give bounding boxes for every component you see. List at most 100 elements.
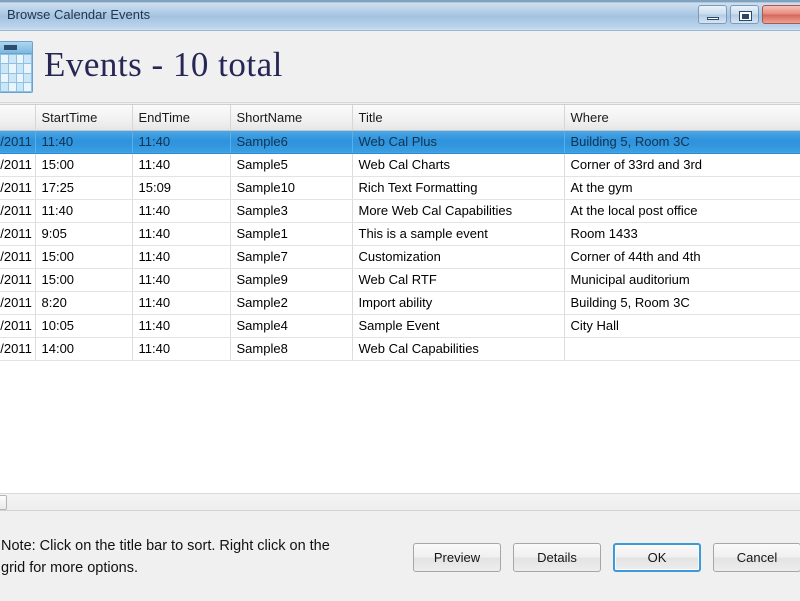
calendar-icon-cell [1, 73, 8, 82]
cell-where[interactable]: City Hall [564, 314, 800, 338]
cell-shortname[interactable]: Sample10 [230, 176, 353, 200]
table-body: 1/201111:4011:40Sample6Web Cal PlusBuild… [0, 130, 800, 361]
cell-date[interactable]: 2/2011 [0, 337, 36, 361]
cell-starttime[interactable]: 11:40 [35, 130, 133, 154]
cell-endtime[interactable]: 11:40 [132, 291, 231, 315]
cell-title[interactable]: Web Cal Plus [352, 130, 565, 154]
close-button[interactable] [762, 5, 800, 24]
cell-where[interactable]: Building 5, Room 3C [564, 130, 800, 154]
cell-shortname[interactable]: Sample9 [230, 268, 353, 292]
column-header-date[interactable] [0, 105, 36, 131]
calendar-icon-cell [16, 82, 24, 91]
cell-where[interactable]: Corner of 33rd and 3rd [564, 153, 800, 177]
calendar-icon-cell [1, 82, 8, 91]
scrollbar-thumb[interactable] [0, 495, 7, 510]
column-header-endtime[interactable]: EndTime [132, 105, 231, 131]
cell-date[interactable]: 1/2011 [0, 153, 36, 177]
cell-endtime[interactable]: 11:40 [132, 130, 231, 154]
calendar-icon [0, 41, 33, 93]
cell-shortname[interactable]: Sample6 [230, 130, 353, 154]
cell-where[interactable]: Building 5, Room 3C [564, 291, 800, 315]
table-row[interactable]: 1/201115:0011:40Sample5Web Cal ChartsCor… [0, 153, 800, 177]
column-header-starttime[interactable]: StartTime [35, 105, 133, 131]
cell-date[interactable]: 2/2011 [0, 291, 36, 315]
table-row[interactable]: 2/201114:0011:40Sample8Web Cal Capabilit… [0, 337, 800, 361]
cell-title[interactable]: Web Cal Charts [352, 153, 565, 177]
cell-date[interactable]: 2/2011 [0, 268, 36, 292]
cell-endtime[interactable]: 15:09 [132, 176, 231, 200]
cell-title[interactable]: More Web Cal Capabilities [352, 199, 565, 223]
calendar-icon-cell [8, 73, 16, 82]
cell-title[interactable]: Sample Event [352, 314, 565, 338]
cell-endtime[interactable]: 11:40 [132, 199, 231, 223]
table-row[interactable]: 1/201117:2515:09Sample10Rich Text Format… [0, 176, 800, 200]
cell-shortname[interactable]: Sample2 [230, 291, 353, 315]
cell-endtime[interactable]: 11:40 [132, 337, 231, 361]
preview-button[interactable]: Preview [413, 543, 501, 572]
cell-where[interactable]: At the gym [564, 176, 800, 200]
column-header-where[interactable]: Where [564, 105, 800, 131]
hint-text-line2: grid for more options. [1, 560, 139, 576]
calendar-icon-cell [24, 55, 31, 64]
cell-where[interactable]: At the local post office [564, 199, 800, 223]
cell-shortname[interactable]: Sample1 [230, 222, 353, 246]
table-row[interactable]: 1/201111:4011:40Sample6Web Cal PlusBuild… [0, 130, 800, 154]
cell-where[interactable] [564, 337, 800, 361]
cell-endtime[interactable]: 11:40 [132, 222, 231, 246]
grid-empty-area[interactable] [0, 360, 800, 501]
table-row[interactable]: 2/20119:0511:40Sample1This is a sample e… [0, 222, 800, 246]
cell-starttime[interactable]: 8:20 [35, 291, 133, 315]
cell-endtime[interactable]: 11:40 [132, 268, 231, 292]
cell-date[interactable]: 2/2011 [0, 245, 36, 269]
cell-starttime[interactable]: 9:05 [35, 222, 133, 246]
table-row[interactable]: 2/201111:4011:40Sample3More Web Cal Capa… [0, 199, 800, 223]
cell-title[interactable]: This is a sample event [352, 222, 565, 246]
title-bar[interactable]: Browse Calendar Events [0, 1, 800, 31]
column-header-title[interactable]: Title [352, 105, 565, 131]
table-row[interactable]: 2/201115:0011:40Sample9Web Cal RTFMunici… [0, 268, 800, 292]
cell-starttime[interactable]: 10:05 [35, 314, 133, 338]
cell-starttime[interactable]: 17:25 [35, 176, 133, 200]
horizontal-scrollbar[interactable] [0, 493, 800, 511]
minimize-button[interactable] [698, 5, 727, 24]
button-bar: Preview Details OK Cancel [413, 543, 800, 572]
cell-where[interactable]: Corner of 44th and 4th [564, 245, 800, 269]
cell-starttime[interactable]: 15:00 [35, 153, 133, 177]
cell-shortname[interactable]: Sample8 [230, 337, 353, 361]
ok-button[interactable]: OK [613, 543, 701, 572]
cell-title[interactable]: Import ability [352, 291, 565, 315]
cell-where[interactable]: Room 1433 [564, 222, 800, 246]
column-header-shortname[interactable]: ShortName [230, 105, 353, 131]
cell-shortname[interactable]: Sample3 [230, 199, 353, 223]
cell-starttime[interactable]: 15:00 [35, 268, 133, 292]
cell-endtime[interactable]: 11:40 [132, 314, 231, 338]
cell-date[interactable]: 1/2011 [0, 130, 36, 154]
cell-where[interactable]: Municipal auditorium [564, 268, 800, 292]
calendar-icon-cell [1, 64, 8, 73]
footer-bar: Note: Click on the title bar to sort. Ri… [0, 512, 800, 601]
cell-title[interactable]: Rich Text Formatting [352, 176, 565, 200]
cell-shortname[interactable]: Sample7 [230, 245, 353, 269]
table-row[interactable]: 2/201110:0511:40Sample4Sample EventCity … [0, 314, 800, 338]
cell-date[interactable]: 1/2011 [0, 176, 36, 200]
cell-shortname[interactable]: Sample4 [230, 314, 353, 338]
maximize-button[interactable] [730, 5, 759, 24]
cell-shortname[interactable]: Sample5 [230, 153, 353, 177]
cell-date[interactable]: 2/2011 [0, 222, 36, 246]
cell-endtime[interactable]: 11:40 [132, 245, 231, 269]
cell-title[interactable]: Customization [352, 245, 565, 269]
cell-starttime[interactable]: 11:40 [35, 199, 133, 223]
cell-date[interactable]: 2/2011 [0, 199, 36, 223]
table-row[interactable]: 2/201115:0011:40Sample7CustomizationCorn… [0, 245, 800, 269]
cell-title[interactable]: Web Cal RTF [352, 268, 565, 292]
cell-starttime[interactable]: 14:00 [35, 337, 133, 361]
cell-date[interactable]: 2/2011 [0, 314, 36, 338]
cell-endtime[interactable]: 11:40 [132, 153, 231, 177]
cancel-button[interactable]: Cancel [713, 543, 800, 572]
calendar-icon-cell [24, 82, 31, 91]
cell-starttime[interactable]: 15:00 [35, 245, 133, 269]
details-button[interactable]: Details [513, 543, 601, 572]
table-row[interactable]: 2/20118:2011:40Sample2Import abilityBuil… [0, 291, 800, 315]
cell-title[interactable]: Web Cal Capabilities [352, 337, 565, 361]
events-grid[interactable]: StartTime EndTime ShortName Title Where … [0, 104, 800, 509]
